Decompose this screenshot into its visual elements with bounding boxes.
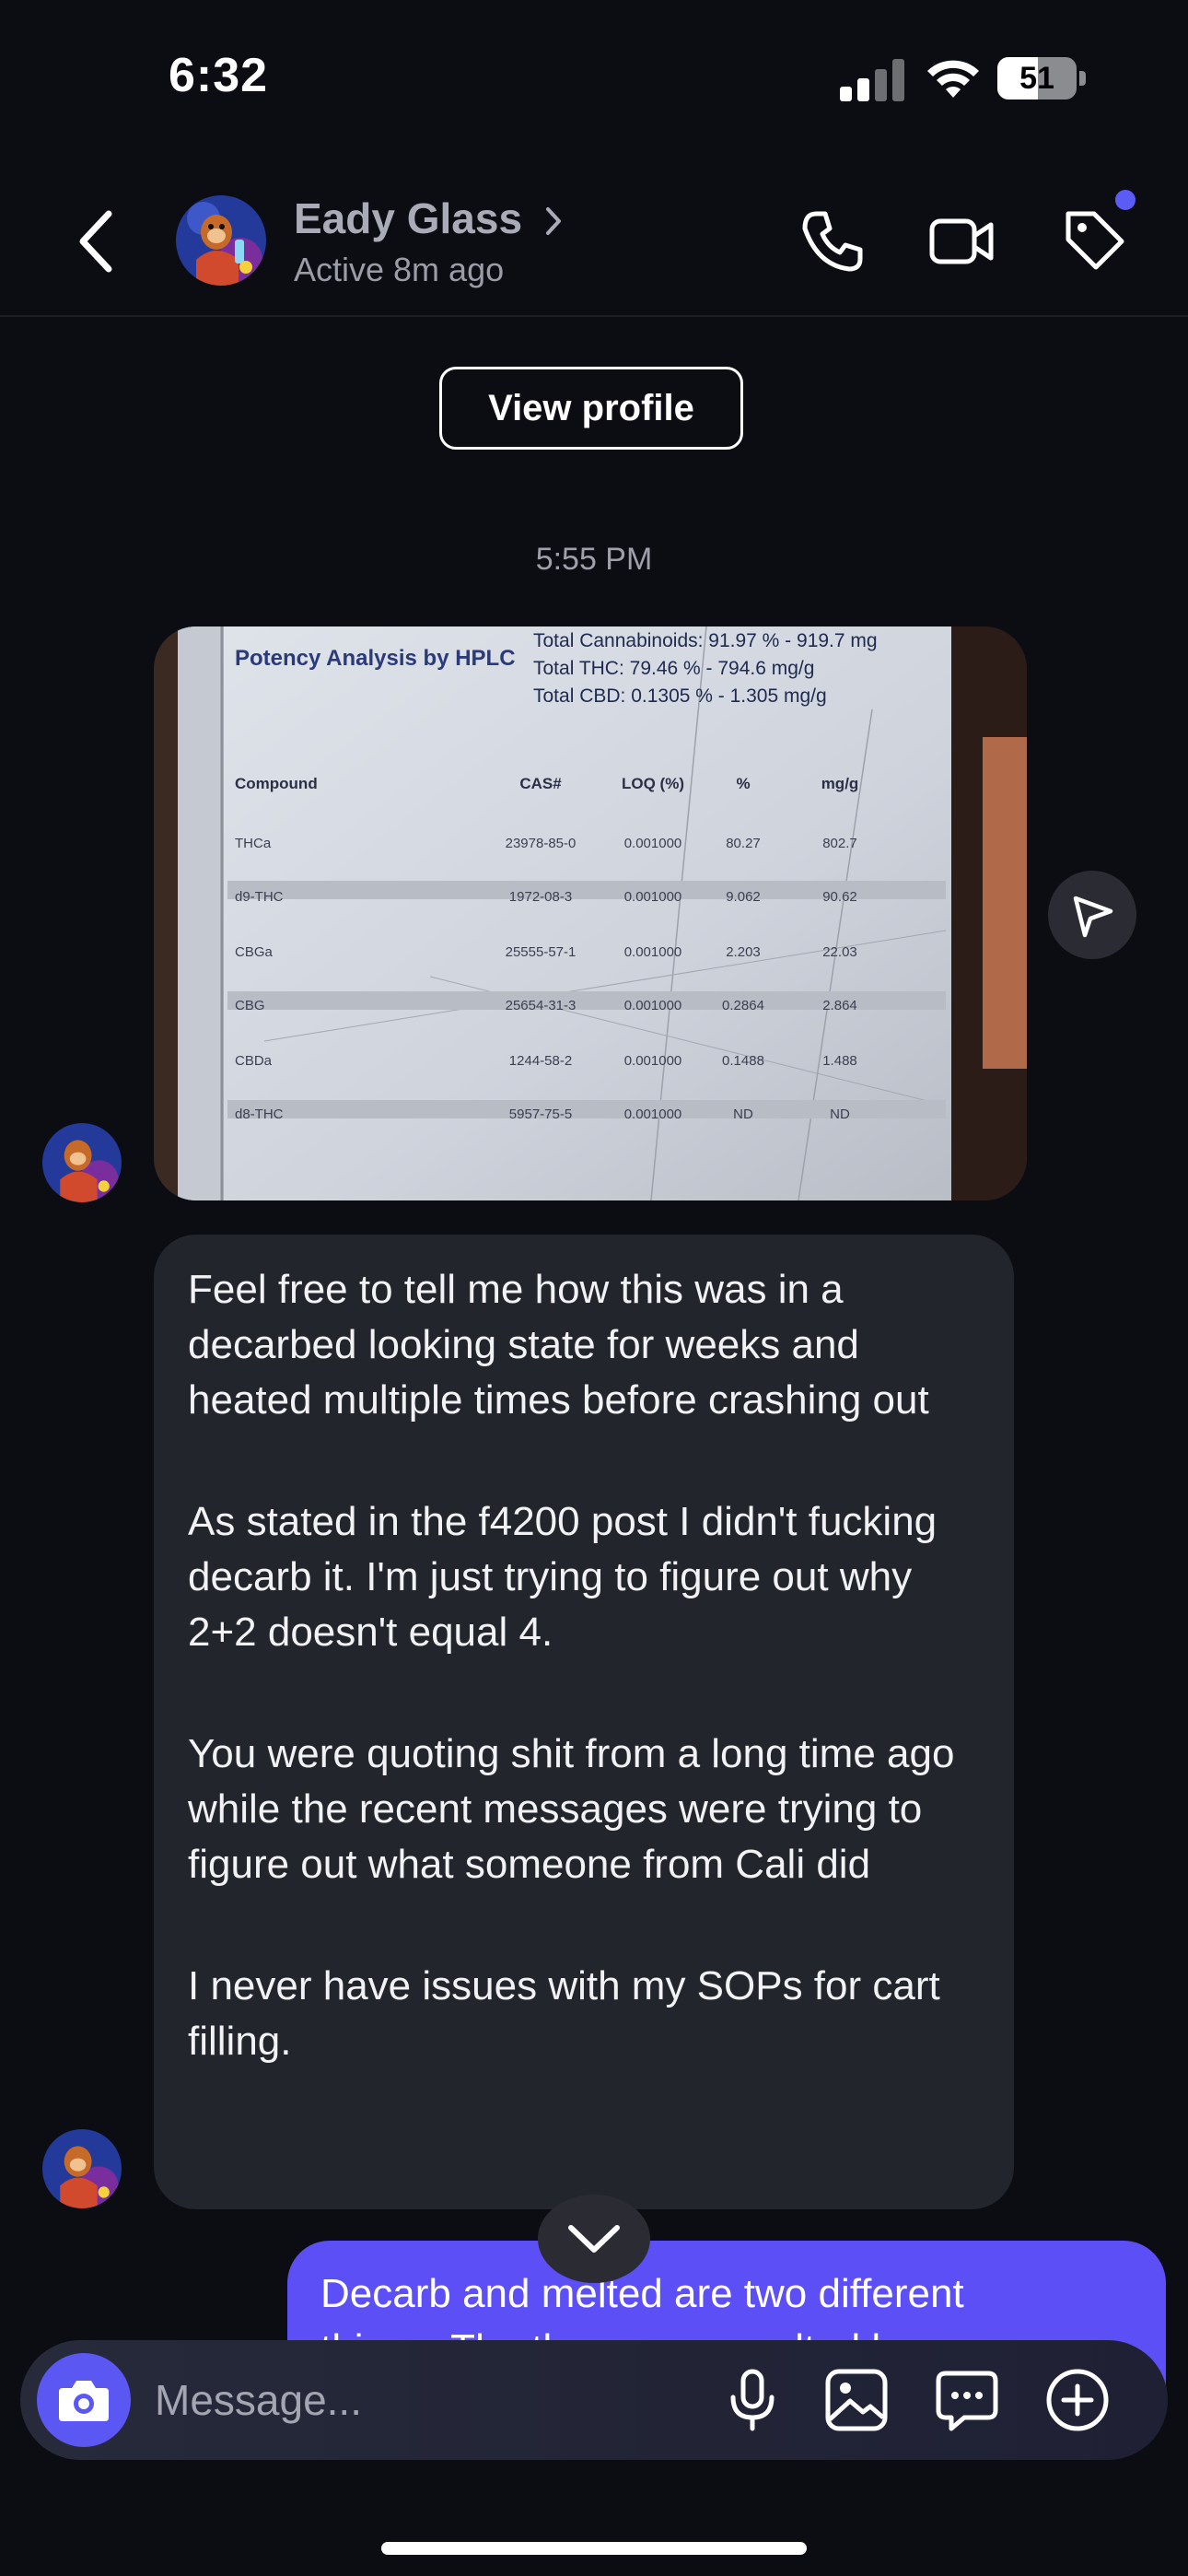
table-cell: 0.001000 [624,944,682,960]
message-paragraph: Feel free to tell me how this was in a d… [188,1267,929,1423]
tag-icon[interactable] [1059,205,1129,275]
contact-status: Active 8m ago [294,251,505,288]
lab-report-photo: Potency Analysis by HPLC Total Cannabino… [154,626,1027,1200]
photo-attachment[interactable]: Potency Analysis by HPLC Total Cannabino… [154,626,1027,1200]
table-cell: 0.001000 [624,1053,682,1069]
table-cell: 1244-58-2 [509,1053,572,1069]
camera-button[interactable] [37,2353,131,2447]
microphone-icon[interactable] [718,2366,786,2434]
phone-icon[interactable] [798,206,868,276]
table-cell: 0.2864 [722,998,764,1013]
table-cell: CBG [235,998,265,1013]
table-cell: ND [733,1107,753,1122]
video-camera-icon[interactable] [926,206,996,276]
table-header-cell: LOQ (%) [622,775,684,792]
table-cell: 1972-08-3 [509,889,572,905]
message-paragraph: I never have issues with my SOPs for car… [188,1963,940,2064]
home-indicator [381,2542,807,2555]
camera-icon [59,2381,109,2421]
table-cell: d9-THC [235,889,284,905]
wifi-icon [927,60,979,98]
plus-icon[interactable] [1043,2366,1112,2434]
total-cbd: Total CBD: 0.1305 % - 1.305 mg/g [533,685,827,707]
gallery-icon[interactable] [822,2366,891,2434]
total-cannabinoids: Total Cannabinoids: 91.97 % - 919.7 mg [533,630,878,651]
view-profile-button[interactable]: View profile [439,367,743,450]
chevron-down-icon [568,2225,620,2253]
table-header-cell: Compound [235,775,318,792]
battery-icon: 51 [997,57,1086,100]
incoming-message-bubble[interactable]: Feel free to tell me how this was in a d… [154,1235,1014,2209]
table-cell: 23978-85-0 [506,836,577,851]
notification-dot [1115,190,1136,210]
message-timestamp: 5:55 PM [535,542,653,577]
contact-avatar[interactable] [176,195,266,286]
table-cell: 2.203 [726,944,761,960]
share-button[interactable] [1048,871,1136,959]
table-cell: 5957-75-5 [509,1107,572,1122]
table-cell: CBDa [235,1053,273,1069]
table-cell: 1.488 [822,1053,857,1069]
message-paragraph: You were quoting shit from a long time a… [188,1731,955,1887]
table-cell: 22.03 [822,944,857,960]
send-arrow-icon [1073,896,1113,938]
table-cell: 0.001000 [624,889,682,905]
table-cell: 90.62 [822,889,857,905]
table-cell: 80.27 [726,836,761,851]
message-line: Decarb and melted are two different [320,2271,964,2316]
table-header-cell: mg/g [821,775,859,792]
sender-avatar[interactable] [42,1123,122,1202]
message-paragraph: As stated in the f4200 post I didn't fuc… [188,1499,938,1655]
table-cell: 0.001000 [624,998,682,1013]
table-cell: 802.7 [822,836,857,851]
chevron-right-icon[interactable] [543,205,564,238]
table-cell: 9.062 [726,889,761,905]
table-cell: CBGa [235,944,274,960]
sticker-icon[interactable] [933,2366,1001,2434]
contact-name[interactable]: Eady Glass [294,193,522,243]
sender-avatar[interactable] [42,2129,122,2208]
table-cell: 25654-31-3 [506,998,577,1013]
table-cell: 2.864 [822,998,857,1013]
table-cell: ND [830,1107,850,1122]
table-cell: 25555-57-1 [506,944,577,960]
table-cell: 0.1488 [722,1053,764,1069]
table-header-cell: % [736,775,750,792]
battery-percent: 51 [1019,61,1054,96]
table-cell: 0.001000 [624,1107,682,1122]
table-cell: 0.001000 [624,836,682,851]
status-time: 6:32 [169,49,269,102]
total-thc: Total THC: 79.46 % - 794.6 mg/g [533,658,814,679]
scroll-to-bottom-button[interactable] [538,2195,650,2283]
report-title: Potency Analysis by HPLC [235,646,516,671]
table-cell: d8-THC [235,1107,284,1122]
table-cell: THCa [235,836,272,851]
message-input[interactable] [155,2368,689,2432]
header-divider [0,315,1188,317]
back-chevron-icon[interactable] [74,208,120,275]
cellular-signal-icon [840,59,904,101]
table-header-cell: CAS# [519,775,562,792]
